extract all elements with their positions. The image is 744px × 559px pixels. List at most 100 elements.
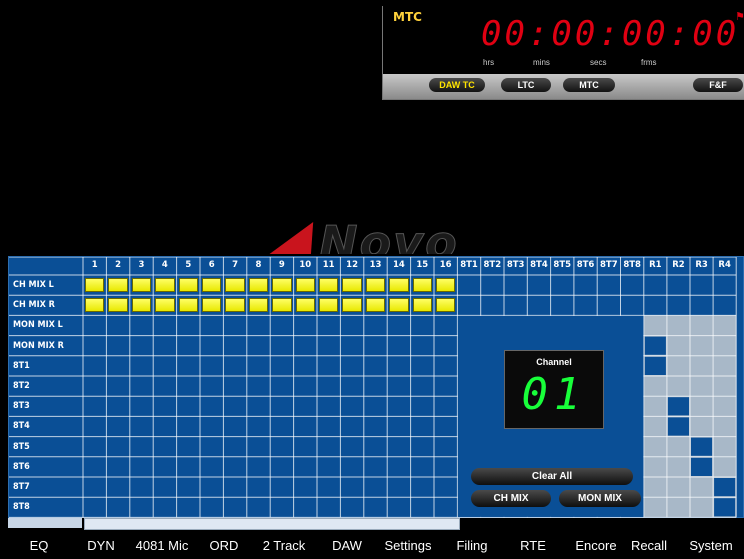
routing-cell-on[interactable]: [202, 298, 222, 313]
return-cell-bg: [690, 315, 714, 336]
routing-cell-on[interactable]: [248, 278, 269, 293]
routing-cell-on[interactable]: [108, 278, 128, 293]
return-cell-bg: [713, 436, 737, 457]
column-header: 8T3: [506, 260, 525, 270]
clear-all-button[interactable]: Clear All: [471, 468, 633, 485]
tab-4081-mic[interactable]: 4081 Mic: [124, 533, 200, 559]
logo-mark-icon: [266, 222, 324, 254]
column-header: 14: [392, 260, 405, 270]
return-cell-selected[interactable]: [667, 417, 689, 436]
routing-cell-on[interactable]: [319, 298, 339, 313]
routing-cell-on[interactable]: [85, 278, 105, 293]
row-label: 8T7: [13, 482, 30, 492]
routing-cell-on[interactable]: [85, 298, 105, 313]
routing-cell-on[interactable]: [389, 298, 409, 313]
ch-mix-button[interactable]: CH MIX: [471, 490, 551, 507]
routing-cell-on[interactable]: [342, 298, 362, 313]
bottom-tab-bar: EQ DYN 4081 Mic ORD 2 Track DAW Settings Filing…: [0, 533, 744, 559]
column-header: R4: [718, 260, 731, 270]
routing-cell-on[interactable]: [131, 298, 152, 313]
routing-cell-on[interactable]: [155, 278, 175, 293]
tab-rte[interactable]: RTE: [500, 533, 566, 559]
tab-system[interactable]: System: [678, 533, 744, 559]
return-cell-bg: [690, 416, 714, 437]
routing-cell-on[interactable]: [319, 278, 339, 293]
routing-cell-on[interactable]: [131, 278, 152, 293]
routing-cell-on[interactable]: [295, 278, 315, 293]
source-ff-button[interactable]: F&F: [693, 78, 743, 92]
source-mtc-button[interactable]: MTC: [563, 78, 615, 92]
return-cell-selected[interactable]: [691, 437, 713, 456]
return-cell-bg: [690, 335, 714, 356]
column-header: 6: [208, 260, 215, 270]
return-cell-bg: [713, 416, 737, 437]
routing-matrix: 1 2 3 4 5 6 7 8 9 10 11 12 13 14 15 16 8T1 8T2 8T3 8T4 8T5 8T…: [8, 256, 744, 518]
column-header: 8: [255, 260, 262, 270]
logo-text: Novo: [319, 216, 459, 255]
return-cell-bg: [643, 315, 667, 336]
return-cell-bg: [690, 376, 714, 397]
column-header: 15: [416, 260, 429, 270]
routing-cell-on[interactable]: [365, 298, 386, 313]
routing-cell-on[interactable]: [412, 298, 432, 313]
routing-cell-on[interactable]: [248, 298, 269, 313]
return-cell-selected[interactable]: [644, 336, 666, 355]
column-header: 12: [346, 260, 358, 270]
return-cell-bg: [713, 456, 737, 477]
tab-filing[interactable]: Filing: [444, 533, 500, 559]
return-cell-selected[interactable]: [714, 478, 736, 497]
return-cell-selected[interactable]: [714, 498, 736, 517]
return-cell-selected[interactable]: [667, 397, 689, 416]
return-cell-bg: [666, 355, 690, 376]
tab-ord[interactable]: ORD: [200, 533, 248, 559]
tab-daw[interactable]: DAW: [322, 533, 372, 559]
return-cell-bg: [690, 355, 714, 376]
return-cell-bg: [643, 477, 667, 498]
horizontal-scrollbar[interactable]: [84, 518, 460, 530]
return-cell-bg: [666, 335, 690, 356]
timecode-source-bar: DAW TC LTC MTC F&F: [383, 74, 744, 99]
routing-cell-on[interactable]: [342, 278, 362, 293]
column-header: 5: [185, 260, 192, 270]
tab-eq[interactable]: EQ: [0, 533, 78, 559]
channel-number: 01: [521, 369, 587, 420]
routing-cell-on[interactable]: [272, 298, 292, 313]
column-header: 7: [232, 260, 239, 270]
tab-dyn[interactable]: DYN: [78, 533, 124, 559]
row-label: 8T4: [13, 421, 30, 432]
return-cell-bg: [643, 436, 667, 457]
tab-2-track[interactable]: 2 Track: [246, 533, 322, 559]
routing-cell-on[interactable]: [389, 278, 409, 293]
tab-settings[interactable]: Settings: [372, 533, 444, 559]
return-cell-selected[interactable]: [644, 356, 666, 375]
tab-encore[interactable]: Encore: [566, 533, 626, 559]
source-ltc-button[interactable]: LTC: [501, 78, 551, 92]
source-daw-tc-button[interactable]: DAW TC: [429, 78, 485, 92]
unit-seconds: secs: [590, 58, 607, 67]
unit-minutes: mins: [533, 58, 550, 67]
column-header: 8T5: [553, 260, 572, 270]
column-header: 13: [369, 260, 382, 270]
routing-cell-on[interactable]: [155, 298, 175, 313]
return-cell-bg: [713, 335, 737, 356]
routing-cell-on[interactable]: [108, 298, 128, 313]
routing-cell-on[interactable]: [178, 298, 198, 313]
routing-cell-on[interactable]: [295, 298, 315, 313]
routing-cell-on[interactable]: [436, 298, 456, 313]
mon-mix-button[interactable]: MON MIX: [559, 490, 641, 507]
channel-display: Channel 01: [504, 350, 604, 429]
column-header: 8T2: [483, 260, 502, 270]
routing-cell-on[interactable]: [412, 278, 432, 293]
tab-recall[interactable]: Recall: [620, 533, 678, 559]
routing-cell-on[interactable]: [436, 278, 456, 293]
routing-cell-on[interactable]: [225, 278, 245, 293]
routing-cell-on[interactable]: [365, 278, 386, 293]
routing-cell-on[interactable]: [225, 298, 245, 313]
unit-frames: frms: [641, 58, 657, 67]
scrollbar-track-left[interactable]: [8, 518, 82, 528]
routing-cell-on[interactable]: [272, 278, 292, 293]
return-cell-selected[interactable]: [691, 457, 713, 476]
routing-cell-on[interactable]: [178, 278, 198, 293]
routing-cell-on[interactable]: [202, 278, 222, 293]
row-label: 8T6: [13, 461, 30, 472]
